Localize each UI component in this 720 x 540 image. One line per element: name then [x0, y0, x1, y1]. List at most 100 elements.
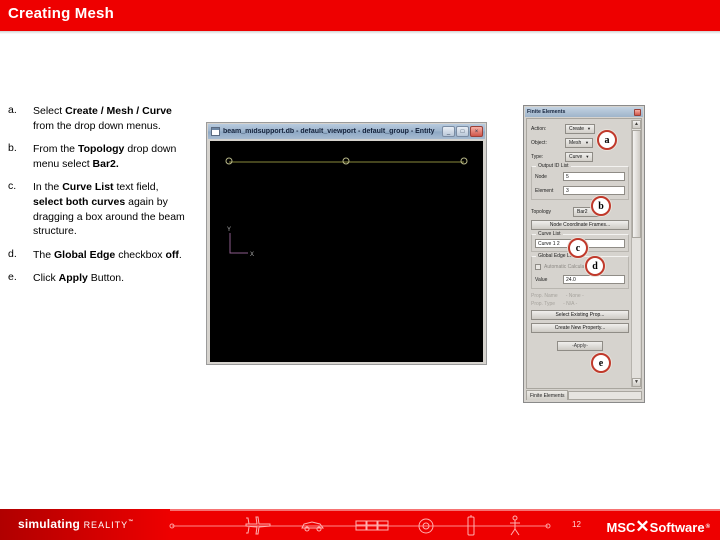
element-row: Element 3 — [535, 185, 625, 196]
prop-type-label: Prop. Type — [531, 301, 556, 307]
page-title: Creating Mesh — [8, 5, 114, 22]
prop-name-row: Prop. Name - None - — [531, 293, 629, 299]
beam-model-graphic: Y X — [225, 157, 468, 258]
object-value: Mesh — [569, 139, 582, 146]
scroll-down-icon[interactable]: ▼ — [632, 378, 641, 387]
scrollbar-thumb[interactable] — [632, 130, 641, 238]
cad-window-title: beam_midsupport.db - default_viewport - … — [223, 128, 435, 135]
simulating-reality-logo: simulating REALITY™ — [18, 517, 133, 531]
topology-value: Bar2 — [577, 208, 588, 215]
curve-list-title: Curve List — [536, 231, 563, 237]
step-marker: d. — [8, 247, 17, 260]
checkbox-box-icon — [535, 264, 541, 270]
action-label: Action: — [531, 125, 547, 132]
registered-icon: ® — [705, 524, 710, 530]
node-label: Node — [535, 173, 547, 180]
software-brand-text: Software — [649, 519, 705, 535]
list-item: b. From the Topology drop down menu sele… — [0, 142, 190, 171]
callout-badge-c: c — [568, 238, 588, 258]
step-text: From the Topology drop down menu select … — [33, 143, 177, 170]
footer-transport-icons — [169, 515, 551, 536]
cad-viewport-window[interactable]: beam_midsupport.db - default_viewport - … — [206, 122, 487, 365]
maximize-button[interactable]: □ — [456, 126, 469, 137]
apply-button[interactable]: -Apply- — [557, 341, 603, 351]
select-existing-prop-button[interactable]: Select Existing Prop... — [531, 310, 629, 320]
list-item: a. Select Create / Mesh / Curve from the… — [0, 104, 190, 133]
sim-word2: REALITY — [83, 520, 129, 530]
element-id-input[interactable]: 3 — [563, 186, 625, 195]
action-dropdown[interactable]: Create ▼ — [565, 123, 595, 134]
step-marker: b. — [8, 142, 17, 155]
page-footer: simulating REALITY™ 12 MSC ✕ Software ® — [0, 509, 720, 540]
cad-window-titlebar[interactable]: beam_midsupport.db - default_viewport - … — [208, 124, 485, 139]
maximize-icon: □ — [460, 128, 465, 135]
output-id-list-group: Output ID List Node 5 Element 3 — [531, 163, 629, 200]
node-row: Node 5 — [535, 171, 625, 182]
chevron-down-icon: ▼ — [587, 126, 591, 131]
list-item: e. Click Apply Button. — [0, 271, 190, 286]
output-id-list-title: Output ID List — [536, 163, 571, 169]
msc-brand-text: MSC — [606, 519, 636, 535]
prop-name-label: Prop. Name — [531, 293, 558, 299]
instruction-list: a. Select Create / Mesh / Curve from the… — [0, 104, 190, 295]
callout-badge-d: d — [585, 256, 605, 276]
trademark-icon: ™ — [128, 519, 134, 525]
train-icon — [355, 520, 389, 531]
apply-row: -Apply- — [531, 341, 629, 351]
callout-badge-a: a — [597, 130, 617, 150]
type-row: Type: Curve ▼ — [531, 151, 629, 162]
window-document-icon — [211, 127, 220, 136]
step-text: Click Apply Button. — [33, 272, 125, 285]
step-marker: c. — [8, 180, 17, 193]
automatic-calculation-checkbox[interactable]: Automatic Calculation — [535, 264, 625, 270]
tab-finite-elements[interactable]: Finite Elements — [526, 390, 569, 400]
header-shadow — [0, 31, 720, 34]
action-value: Create — [569, 125, 585, 132]
object-label: Object: — [531, 139, 547, 146]
global-edge-length-group: Global Edge Length Automatic Calculation… — [531, 253, 629, 289]
panel-scrollbar[interactable]: ▲ ▼ — [631, 120, 641, 387]
fe-panel-titlebar[interactable]: Finite Elements — [525, 107, 643, 117]
close-icon[interactable] — [634, 108, 641, 116]
window-controls: _ □ × — [442, 126, 483, 137]
node-coordinate-frames-button[interactable]: Node Coordinate Frames... — [531, 220, 629, 230]
callout-badge-e: e — [591, 353, 611, 373]
minimize-button[interactable]: _ — [442, 126, 455, 137]
prop-name-value: - None - — [565, 293, 584, 299]
callout-badge-b: b — [591, 196, 611, 216]
create-new-property-button[interactable]: Create New Property... — [531, 323, 629, 333]
chevron-down-icon: ▼ — [585, 154, 590, 159]
chevron-down-icon: ▼ — [585, 140, 589, 145]
step-text: Select Create / Mesh / Curve from the dr… — [33, 105, 172, 132]
topology-label: Topology — [531, 208, 552, 215]
prop-type-value: - N/A - — [563, 301, 578, 307]
object-dropdown[interactable]: Mesh ▼ — [565, 137, 593, 148]
type-value: Curve — [569, 153, 583, 160]
type-label: Type: — [531, 153, 544, 160]
global-edge-length-input[interactable]: 24.0 — [563, 275, 625, 284]
handheld-device-icon — [467, 515, 475, 536]
edge-value-row: Value 24.0 — [535, 274, 625, 285]
value-label: Value — [535, 276, 548, 283]
topology-row: Topology Bar2 ▼ — [531, 206, 629, 217]
page-header: Creating Mesh — [0, 0, 720, 31]
step-marker: a. — [8, 104, 17, 116]
cad-canvas[interactable]: Y X — [210, 141, 483, 362]
page-number: 12 — [572, 520, 581, 529]
type-dropdown[interactable]: Curve ▼ — [565, 151, 594, 162]
element-label: Element — [535, 187, 554, 194]
step-text: The Global Edge checkbox off. — [33, 248, 182, 261]
close-icon: × — [474, 128, 479, 135]
scroll-up-icon[interactable]: ▲ — [632, 120, 641, 129]
tabbar-filler — [568, 391, 642, 400]
step-text: In the Curve List text field, select bot… — [33, 181, 185, 238]
svg-text:Y: Y — [227, 227, 231, 233]
list-item: d. The Global Edge checkbox off. — [0, 248, 190, 263]
node-id-input[interactable]: 5 — [563, 172, 625, 181]
close-button[interactable]: × — [470, 126, 483, 137]
sim-word1: simulating — [18, 517, 81, 531]
msc-software-logo: MSC ✕ Software ® — [607, 517, 710, 537]
prop-type-row: Prop. Type - N/A - — [531, 301, 629, 307]
fe-panel-tabbar: Finite Elements — [526, 389, 642, 400]
svg-text:X: X — [250, 252, 254, 258]
